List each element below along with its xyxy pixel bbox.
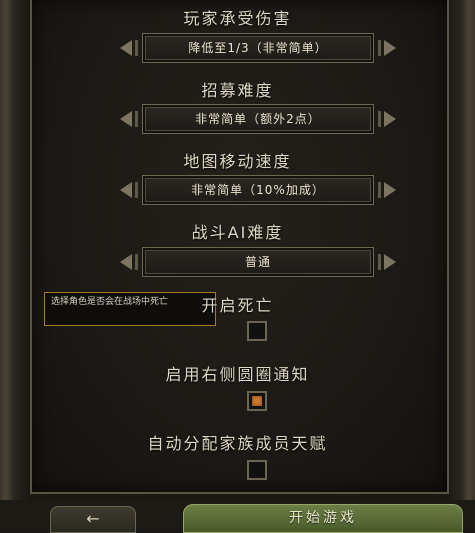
recruit-value: 非常简单（额外2点） [142,104,374,134]
talent-label: 自动分配家族成员天赋 [147,434,328,453]
death-checkbox[interactable] [247,321,267,341]
map-speed-value: 非常简单（10%加成） [142,175,374,205]
notify-label: 启用右侧圆圈通知 [165,365,310,384]
damage-value: 降低至1/3（非常简单） [142,33,374,63]
map-speed-selector: 非常简单（10%加成） [112,175,404,205]
damage-next-arrow-icon[interactable] [376,34,404,62]
back-button[interactable]: ← [50,506,136,533]
talent-checkbox[interactable] [247,460,267,480]
map-speed-heading: 地图移动速度 [183,152,292,171]
recruit-prev-arrow-icon[interactable] [112,105,140,133]
damage-selector: 降低至1/3（非常简单） [112,33,404,63]
map-speed-prev-arrow-icon[interactable] [112,176,140,204]
damage-heading: 玩家承受伤害 [183,9,292,28]
combat-ai-value: 普通 [142,247,374,277]
combat-ai-next-arrow-icon[interactable] [376,248,404,276]
death-label: 开启死亡 [201,296,274,315]
combat-ai-prev-arrow-icon[interactable] [112,248,140,276]
map-speed-next-arrow-icon[interactable] [376,176,404,204]
combat-ai-heading: 战斗AI难度 [191,223,284,242]
recruit-selector: 非常简单（额外2点） [112,104,404,134]
damage-prev-arrow-icon[interactable] [112,34,140,62]
start-game-button[interactable]: 开始游戏 [183,504,463,533]
recruit-heading: 招募难度 [201,81,274,100]
notify-checkbox[interactable] [247,391,267,411]
recruit-next-arrow-icon[interactable] [376,105,404,133]
combat-ai-selector: 普通 [112,247,404,277]
